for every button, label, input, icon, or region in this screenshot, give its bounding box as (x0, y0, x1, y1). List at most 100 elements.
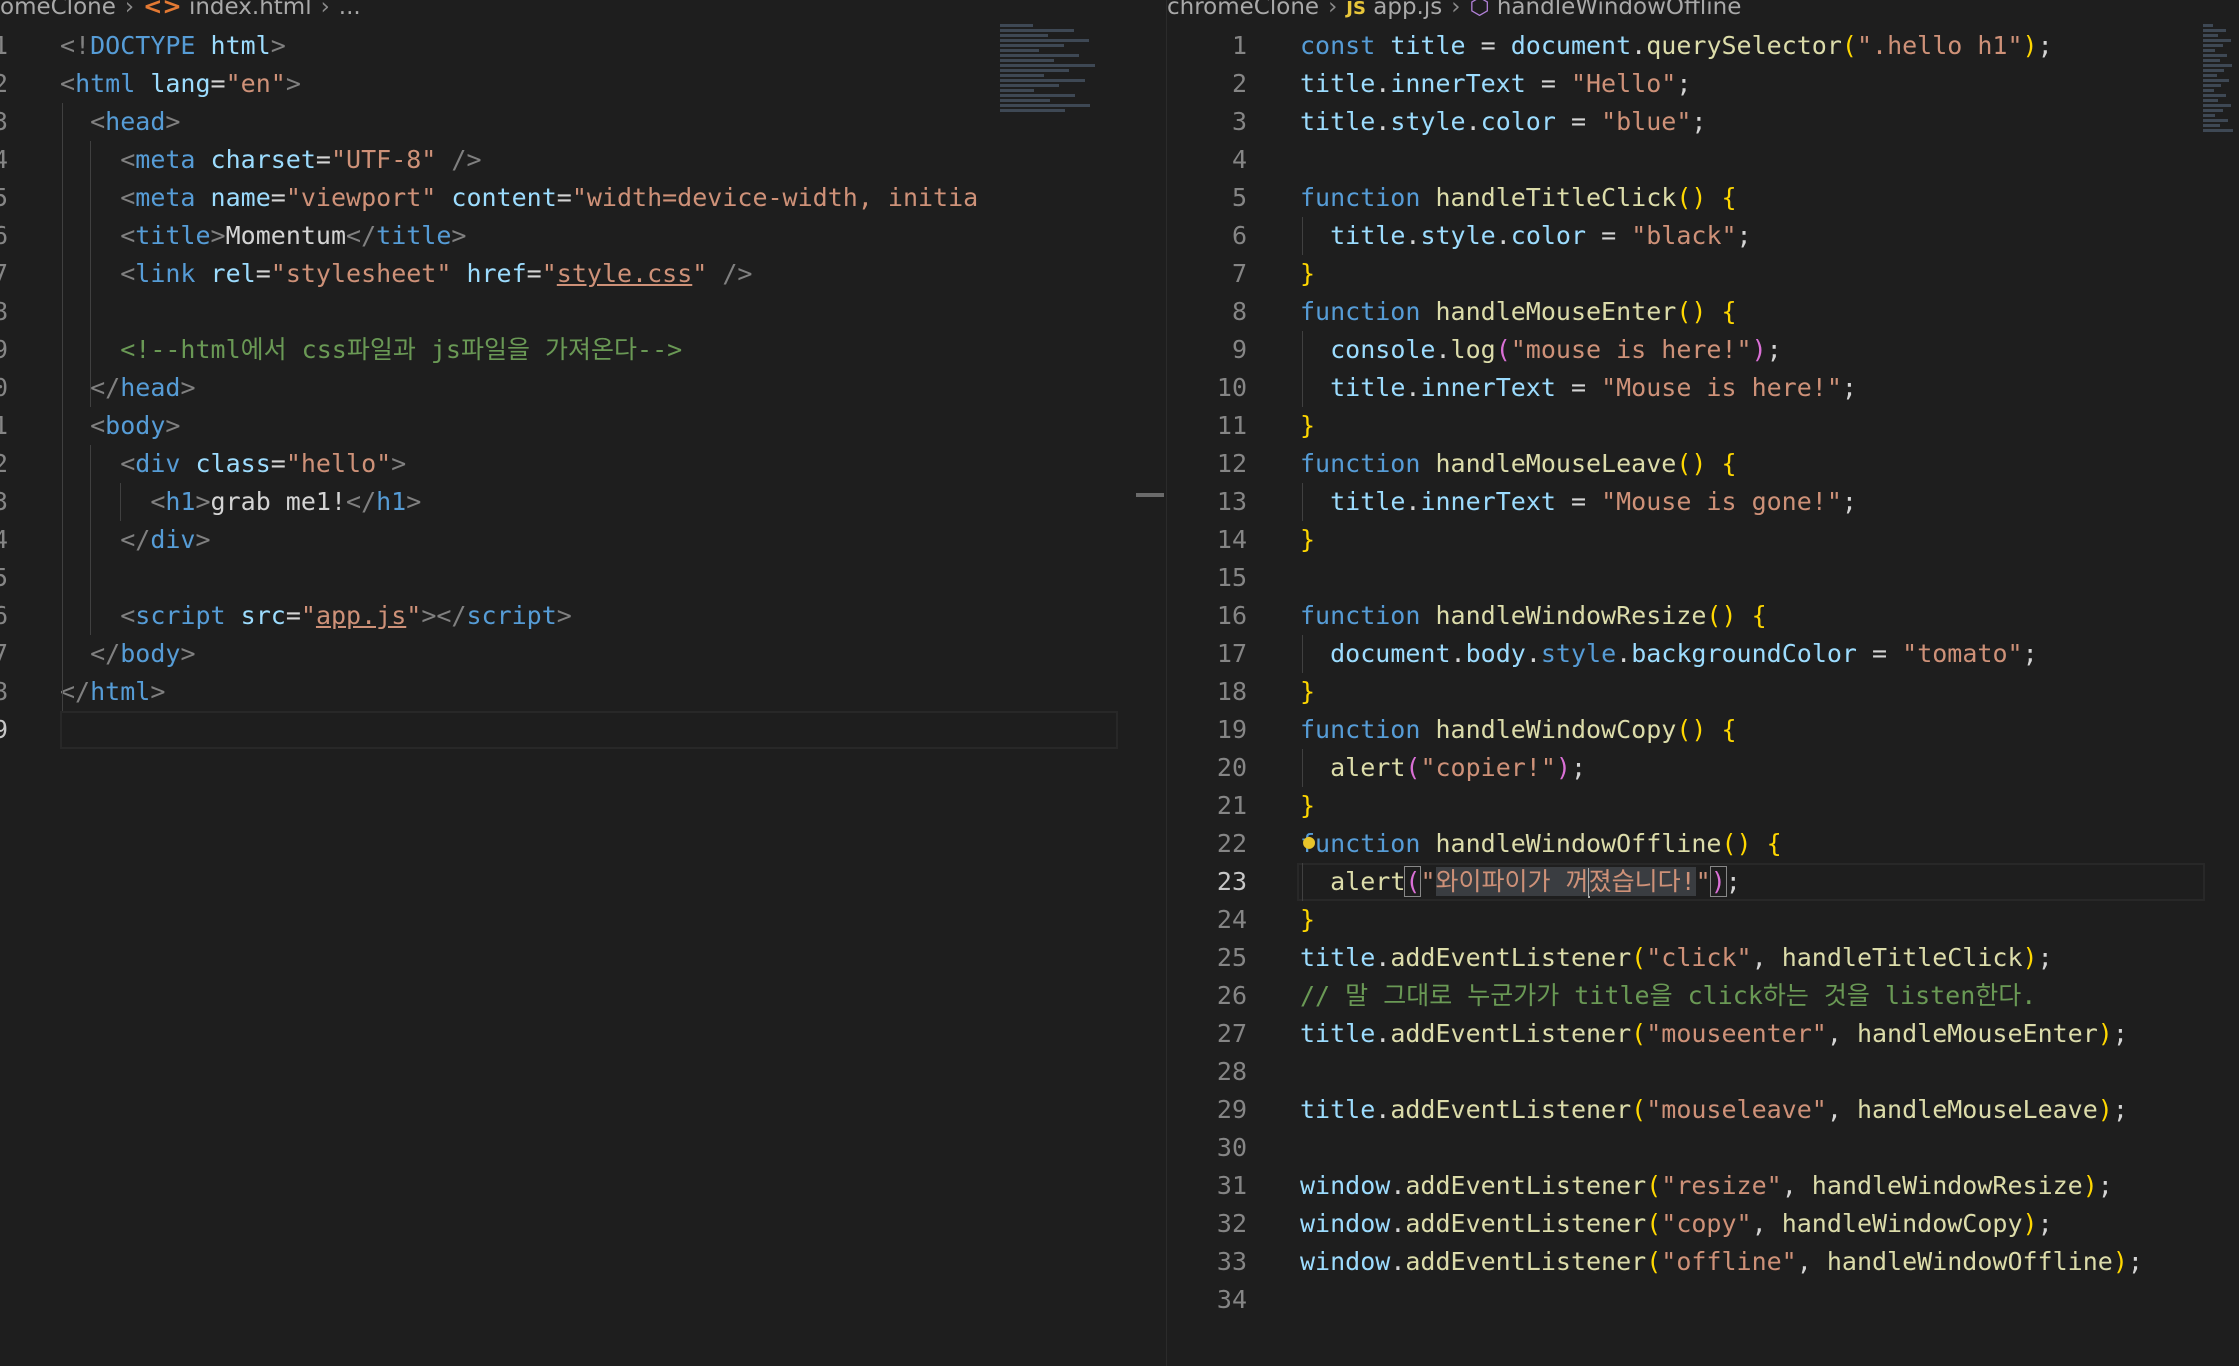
editor-pane-left[interactable]: omeClone › <> index.html ›... 1 <!DOCTYPE ht… (0, 0, 1130, 1366)
code-text[interactable]: </body> (60, 635, 195, 673)
code-line[interactable]: 12 function handleMouseLeave() { (1167, 445, 2239, 483)
code-text[interactable]: <!--html에서 css파일과 js파일을 가져온다--> (60, 331, 682, 369)
code-line[interactable]: 7 <link rel="stylesheet" href="style.css… (0, 255, 1130, 293)
code-text[interactable]: title.innerText = "Mouse is here!"; (1300, 369, 1857, 407)
code-line[interactable]: 33 window.addEventListener("offline", han… (1167, 1243, 2239, 1281)
code-line[interactable]: 8 (0, 293, 1130, 331)
minimap[interactable] (2203, 22, 2237, 132)
code-text[interactable]: <div class="hello"> (60, 445, 406, 483)
code-line[interactable]: 22 function handleWindowOffline() { (1167, 825, 2239, 863)
code-line[interactable]: 27 title.addEventListener("mouseenter", h… (1167, 1015, 2239, 1053)
code-line[interactable]: 9 (0, 711, 1130, 749)
code-text[interactable]: window.addEventListener("offline", handl… (1300, 1243, 2143, 1281)
code-line[interactable]: 3 <head> (0, 103, 1130, 141)
code-text[interactable]: function handleMouseEnter() { (1300, 293, 1737, 331)
code-text[interactable]: title.innerText = "Hello"; (1300, 65, 1691, 103)
breadcrumb-file[interactable]: app.js (1373, 0, 1442, 20)
code-text[interactable]: <body> (60, 407, 180, 445)
code-text[interactable]: } (1300, 787, 1315, 825)
code-text[interactable]: function handleWindowCopy() { (1300, 711, 1737, 749)
code-line[interactable]: 6 <title>Momentum</title> (0, 217, 1130, 255)
code-line[interactable]: 10 title.innerText = "Mouse is here!"; (1167, 369, 2239, 407)
code-line[interactable]: 8 </html> (0, 673, 1130, 711)
code-line[interactable]: 31 window.addEventListener("resize", hand… (1167, 1167, 2239, 1205)
code-text[interactable]: title.addEventListener("mouseenter", han… (1300, 1015, 2128, 1053)
code-line[interactable]: 28 (1167, 1053, 2239, 1091)
code-line[interactable]: 34 (1167, 1281, 2239, 1319)
code-text[interactable]: alert("와이파이가 꺼졌습니다!"); (1300, 863, 1741, 901)
minimap[interactable] (1000, 22, 1110, 132)
code-line[interactable]: 15 (1167, 559, 2239, 597)
code-line[interactable]: 0 </head> (0, 369, 1130, 407)
code-text[interactable]: </head> (60, 369, 195, 407)
code-area[interactable]: 1 const title = document.querySelector(".… (1167, 27, 2239, 1319)
code-line[interactable]: 8 function handleMouseEnter() { (1167, 293, 2239, 331)
code-text[interactable]: <title>Momentum</title> (60, 217, 466, 255)
code-line[interactable]: 3 title.style.color = "blue"; (1167, 103, 2239, 141)
code-text[interactable]: <link rel="stylesheet" href="style.css" … (60, 255, 752, 293)
code-text[interactable]: <!DOCTYPE html> (60, 27, 286, 65)
breadcrumb-symbol[interactable]: handleWindowOffline (1497, 0, 1742, 20)
code-text[interactable]: title.addEventListener("click", handleTi… (1300, 939, 2053, 977)
lightbulb-icon[interactable]: ● (1303, 831, 1321, 851)
code-text[interactable]: const title = document.querySelector(".h… (1300, 27, 2053, 65)
code-text[interactable]: <head> (60, 103, 180, 141)
code-line[interactable]: 29 title.addEventListener("mouseleave", h… (1167, 1091, 2239, 1129)
breadcrumb-folder[interactable]: omeClone (0, 0, 116, 20)
code-line[interactable]: 14} (1167, 521, 2239, 559)
code-line[interactable]: 25 title.addEventListener("click", handle… (1167, 939, 2239, 977)
breadcrumb-file[interactable]: index.html (189, 0, 312, 20)
code-line[interactable]: 7 </body> (0, 635, 1130, 673)
code-line[interactable]: 2 title.innerText = "Hello"; (1167, 65, 2239, 103)
code-text[interactable]: <meta name="viewport" content="width=dev… (60, 179, 978, 217)
code-line[interactable]: 16 function handleWindowResize() { (1167, 597, 2239, 635)
code-text[interactable]: title.innerText = "Mouse is gone!"; (1300, 483, 1857, 521)
code-line[interactable]: 3 <h1>grab me1!</h1> (0, 483, 1130, 521)
code-line[interactable]: 5 (0, 559, 1130, 597)
code-text[interactable]: <h1>grab me1!</h1> (60, 483, 421, 521)
breadcrumb-more[interactable]: ... (339, 0, 361, 20)
code-line[interactable]: 4 <meta charset="UTF-8" /> (0, 141, 1130, 179)
code-text[interactable]: } (1300, 407, 1315, 445)
code-text[interactable]: <meta charset="UTF-8" /> (60, 141, 481, 179)
code-text[interactable]: title.style.color = "black"; (1300, 217, 1752, 255)
code-line[interactable]: 6 <script src="app.js"></script> (0, 597, 1130, 635)
code-line[interactable]: 1 <!DOCTYPE html> (0, 27, 1130, 65)
code-line[interactable]: 4 (1167, 141, 2239, 179)
code-line[interactable]: 17 document.body.style.backgroundColor =… (1167, 635, 2239, 673)
code-line[interactable]: 9 console.log("mouse is here!"); (1167, 331, 2239, 369)
code-text[interactable]: function handleWindowResize() { (1300, 597, 1767, 635)
code-text[interactable]: title.style.color = "blue"; (1300, 103, 1706, 141)
code-line[interactable]: 21} (1167, 787, 2239, 825)
editor-pane-right[interactable]: chromeClone › JS app.js › ⬡ handleWindowOffl… (1167, 0, 2239, 1366)
code-line[interactable]: 2 <div class="hello"> (0, 445, 1130, 483)
code-text[interactable]: document.body.style.backgroundColor = "t… (1300, 635, 2038, 673)
code-line[interactable]: 1 <body> (0, 407, 1130, 445)
code-text[interactable]: // 말 그대로 누군가가 title을 click하는 것을 listen한다… (1300, 977, 2036, 1015)
code-line[interactable]: 24} (1167, 901, 2239, 939)
code-line[interactable]: 30 (1167, 1129, 2239, 1167)
code-text[interactable]: } (1300, 673, 1315, 711)
code-line[interactable]: 11} (1167, 407, 2239, 445)
code-text[interactable]: console.log("mouse is here!"); (1300, 331, 1782, 369)
code-text[interactable]: <html lang="en"> (60, 65, 301, 103)
code-text[interactable]: <script src="app.js"></script> (60, 597, 572, 635)
code-line[interactable]: 4 </div> (0, 521, 1130, 559)
code-line[interactable]: 9 <!--html에서 css파일과 js파일을 가져온다--> (0, 331, 1130, 369)
code-line[interactable]: 23 alert("와이파이가 꺼졌습니다!"); (1167, 863, 2239, 901)
code-text[interactable]: alert("copier!"); (1300, 749, 1586, 787)
code-area[interactable]: 1 <!DOCTYPE html> 2 <html lang="en"> 3 <head… (0, 27, 1130, 749)
code-text[interactable]: function handleWindowOffline() { (1300, 825, 1782, 863)
code-text[interactable]: window.addEventListener("copy", handleWi… (1300, 1205, 2053, 1243)
code-text[interactable]: function handleMouseLeave() { (1300, 445, 1737, 483)
code-text[interactable]: title.addEventListener("mouseleave", han… (1300, 1091, 2128, 1129)
code-text[interactable]: } (1300, 901, 1315, 939)
code-line[interactable]: 20 alert("copier!"); (1167, 749, 2239, 787)
code-line[interactable]: 26 // 말 그대로 누군가가 title을 click하는 것을 listen… (1167, 977, 2239, 1015)
code-line[interactable]: 5 function handleTitleClick() { (1167, 179, 2239, 217)
code-line[interactable]: 5 <meta name="viewport" content="width=d… (0, 179, 1130, 217)
code-line[interactable]: 19 function handleWindowCopy() { (1167, 711, 2239, 749)
code-line[interactable]: 2 <html lang="en"> (0, 65, 1130, 103)
code-line[interactable]: 1 const title = document.querySelector(".… (1167, 27, 2239, 65)
code-text[interactable]: } (1300, 255, 1315, 293)
